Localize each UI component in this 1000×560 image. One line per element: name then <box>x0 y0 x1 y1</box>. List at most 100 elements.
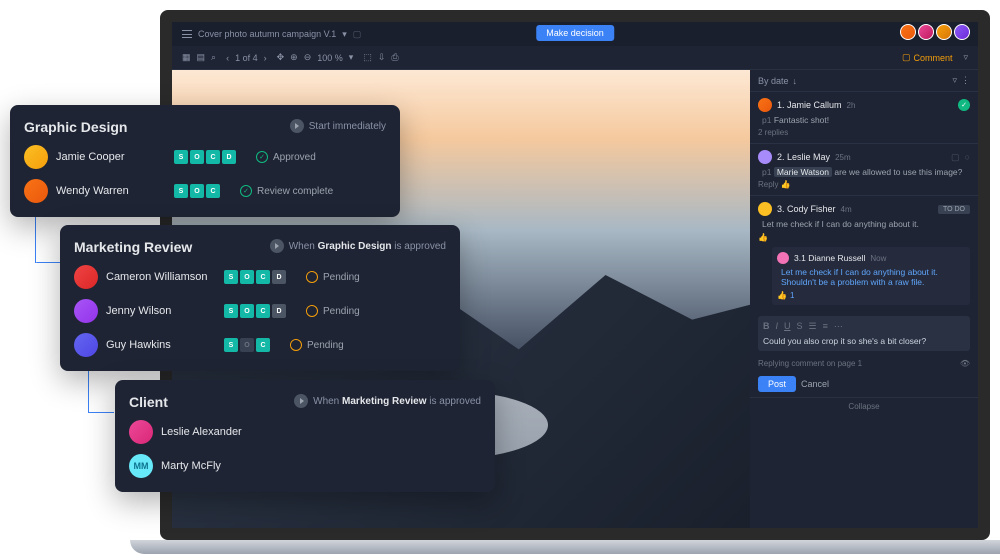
play-icon[interactable] <box>270 239 284 253</box>
role-pill[interactable]: D <box>272 304 286 318</box>
toolbar: ▦ ▤ ⌕ ‹ 1 of 4 › ✥ ⊕ ⊖ 100 % ▾ ⬚ ⇩ ⎙ ▢ C… <box>172 46 978 70</box>
role-pill[interactable]: S <box>224 270 238 284</box>
role-pill[interactable]: O <box>190 184 204 198</box>
tool-icon[interactable]: ⊖ <box>304 52 312 63</box>
comment-button[interactable]: ▢ Comment ▿ <box>902 52 968 63</box>
comment[interactable]: 3. Cody Fisher 4m TO DO Let me check if … <box>750 196 978 311</box>
print-icon[interactable]: ⎙ <box>391 52 398 63</box>
member-name: Jamie Cooper <box>56 151 166 163</box>
attachment-icon[interactable]: 👁 <box>960 359 970 368</box>
role-pill[interactable]: C <box>256 270 270 284</box>
role-pill[interactable]: O <box>240 270 254 284</box>
stage-trigger: When Marketing Review is approved <box>313 396 481 407</box>
post-button[interactable]: Post <box>758 376 796 392</box>
role-pill[interactable]: O <box>190 150 204 164</box>
resolved-icon[interactable]: ✓ <box>958 99 970 111</box>
download-icon[interactable]: ⇩ <box>378 52 386 63</box>
comment-author: Cody Fisher <box>787 204 836 214</box>
comment-author: Leslie May <box>787 152 830 162</box>
member-name: Guy Hawkins <box>106 339 216 351</box>
comment-time: 25m <box>835 153 851 162</box>
pending-icon <box>306 271 318 283</box>
window-icon[interactable]: ▢ <box>353 29 362 40</box>
prev-icon[interactable]: ‹ <box>226 53 229 63</box>
more-icon[interactable]: ○ <box>965 152 970 162</box>
editor-content[interactable]: Could you also crop it so she's a bit cl… <box>763 336 965 346</box>
more-icon[interactable]: ⋮ <box>961 75 970 86</box>
grid-icon[interactable]: ▦ <box>182 52 191 63</box>
comment-text: Fantastic shot! <box>774 115 829 125</box>
play-icon[interactable] <box>290 119 304 133</box>
role-pill[interactable]: D <box>222 150 236 164</box>
tool-icon[interactable]: ✥ <box>277 52 285 63</box>
avatar[interactable] <box>900 24 916 40</box>
role-pill[interactable]: S <box>174 184 188 198</box>
stage-card-client: Client When Marketing Review is approved… <box>115 380 495 492</box>
chevron-down-icon[interactable]: ▾ <box>349 52 354 63</box>
like-icon[interactable]: 👍 <box>758 233 768 242</box>
annotation-icon[interactable]: ▢ <box>951 152 960 163</box>
comment[interactable]: 1. Jamie Callum 2h ✓ p1 Fantastic shot! … <box>750 92 978 144</box>
reply-link[interactable]: Reply <box>758 180 778 189</box>
status-badge[interactable]: TO DO <box>938 205 970 214</box>
mention[interactable]: Marie Watson <box>774 167 832 177</box>
tool-icon[interactable]: ⊕ <box>290 52 298 63</box>
role-pill[interactable]: O <box>240 304 254 318</box>
page-indicator: 1 of 4 <box>235 53 258 63</box>
like-icon[interactable]: 👍 <box>781 180 791 189</box>
filter-icon[interactable]: ▿ <box>952 75 957 86</box>
member-row: Guy Hawkins SOC Pending <box>74 333 446 357</box>
avatar <box>758 150 772 164</box>
collapse-button[interactable]: Collapse <box>750 397 978 415</box>
role-pill[interactable]: S <box>224 338 238 352</box>
comment-editor[interactable]: B I U S ☰ ≡ ⋯ Could you also crop it so … <box>758 316 970 351</box>
role-pill[interactable]: C <box>206 150 220 164</box>
more-icon[interactable]: ⋯ <box>834 321 843 332</box>
page-ref: p1 <box>762 167 771 177</box>
bold-icon[interactable]: B <box>763 321 770 332</box>
strike-icon[interactable]: S <box>797 321 803 332</box>
role-pill[interactable]: D <box>272 270 286 284</box>
role-pill[interactable]: C <box>256 338 270 352</box>
play-icon[interactable] <box>294 394 308 408</box>
sort-label[interactable]: By date <box>758 76 789 86</box>
stage-card-marketing-review: Marketing Review When Graphic Design is … <box>60 225 460 371</box>
tool-icon[interactable]: ⬚ <box>363 52 372 63</box>
search-icon[interactable]: ⌕ <box>211 52 216 63</box>
role-pill[interactable]: S <box>174 150 188 164</box>
numbered-list-icon[interactable]: ≡ <box>823 321 828 332</box>
role-pill[interactable]: C <box>256 304 270 318</box>
member-status: Review complete <box>257 186 333 197</box>
comment-num: 3. <box>777 204 785 214</box>
replies-link[interactable]: 2 replies <box>758 128 970 137</box>
chevron-down-icon[interactable]: ▾ <box>342 29 347 40</box>
role-pill[interactable]: C <box>206 184 220 198</box>
comment-num: 3.1 <box>794 253 806 263</box>
role-pill[interactable]: O <box>240 338 254 352</box>
member-name: Leslie Alexander <box>161 426 271 438</box>
page-ref: p1 <box>762 115 771 125</box>
avatar[interactable] <box>918 24 934 40</box>
reply-context: Replying comment on page 1 <box>758 359 862 368</box>
comment-time: 4m <box>841 205 852 214</box>
comment[interactable]: 2. Leslie May 25m ▢ ○ p1 Marie Watson ar… <box>750 144 978 196</box>
make-decision-button[interactable]: Make decision <box>536 25 614 41</box>
comment-author: Jamie Callum <box>787 100 842 110</box>
filter-icon[interactable]: ▿ <box>963 52 968 63</box>
avatar <box>758 98 772 112</box>
member-name: Cameron Williamson <box>106 271 216 283</box>
stage-card-graphic-design: Graphic Design Start immediately Jamie C… <box>10 105 400 217</box>
list-icon[interactable]: ☰ <box>809 321 817 332</box>
sort-arrow-icon[interactable]: ↓ <box>793 76 798 86</box>
like-icon[interactable]: 👍 <box>777 291 787 300</box>
menu-icon[interactable] <box>182 30 192 38</box>
italic-icon[interactable]: I <box>776 321 779 332</box>
next-icon[interactable]: › <box>264 53 267 63</box>
list-icon[interactable]: ▤ <box>197 52 206 63</box>
member-name: Wendy Warren <box>56 185 166 197</box>
avatar[interactable] <box>936 24 952 40</box>
avatar[interactable] <box>954 24 970 40</box>
role-pill[interactable]: S <box>224 304 238 318</box>
underline-icon[interactable]: U <box>784 321 791 332</box>
cancel-button[interactable]: Cancel <box>801 376 829 392</box>
